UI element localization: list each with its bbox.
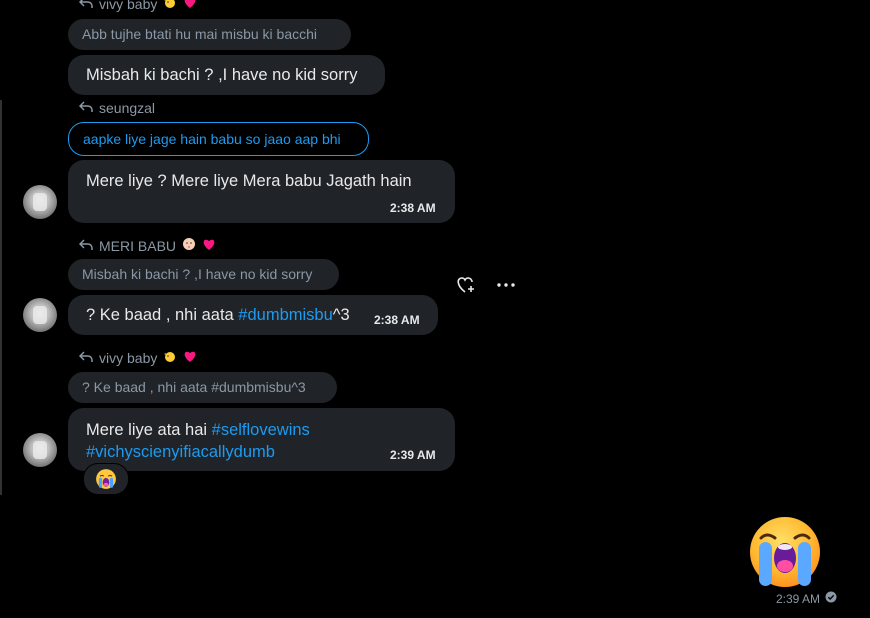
own-message-emoji[interactable] [749,516,821,588]
quoted-message[interactable]: Abb tujhe btati hu mai misbu ki bacchi [68,19,351,50]
message-text: Misbah ki bachi ? ,I have no kid sorry [86,66,358,84]
chick-emoji [163,0,177,12]
message-time: 2:39 AM [776,591,821,606]
reply-to-name: seungzal [99,100,156,116]
message-text-prefix: ? Ke baad , nhi aata [86,306,239,324]
message-text: Mere liye ata hai #selflovewins #vichysci… [86,419,310,463]
quoted-text: ? Ke baad , nhi aata #dumbmisbu^3 [82,379,306,395]
message-text: ? Ke baad , nhi aata #dumbmisbu^3 [86,306,350,325]
loudly-crying-face-icon [96,469,116,489]
reply-arrow-icon [78,238,93,254]
message-bubble[interactable]: Mere liye ata hai #selflovewins #vichysci… [68,408,455,471]
avatar[interactable] [23,185,57,219]
quoted-message[interactable]: Misbah ki bachi ? ,I have no kid sorry [68,259,339,290]
quoted-message[interactable]: ? Ke baad , nhi aata #dumbmisbu^3 [68,372,337,403]
message-time: 2:38 AM [390,201,436,215]
loudly-crying-face-icon [750,517,820,587]
quoted-text: aapke liye jage hain babu so jaao aap bh… [83,131,341,147]
reply-header: vivy baby [78,349,197,366]
message-text-prefix: Mere liye ata hai [86,421,212,439]
reaction-badge[interactable] [83,463,129,495]
avatar[interactable] [23,433,57,467]
pink-heart-emoji [183,350,197,366]
chick-emoji [163,349,177,366]
reply-header: vivy baby [78,0,197,12]
message-bubble[interactable]: ? Ke baad , nhi aata #dumbmisbu^3 2:38 A… [68,295,438,335]
hashtag-link[interactable]: #vichyscienyifiacallydumb [86,443,275,461]
quoted-message[interactable]: aapke liye jage hain babu so jaao aap bh… [68,122,369,156]
reply-header: seungzal [78,100,156,116]
quoted-text: Misbah ki bachi ? ,I have no kid sorry [82,266,313,282]
message-bubble[interactable]: Mere liye ? Mere liye Mera babu Jagath h… [68,160,455,223]
quoted-text: Abb tujhe btati hu mai misbu ki bacchi [82,26,318,42]
reply-to-name: vivy baby [99,349,158,366]
baby-face-emoji [182,237,196,254]
divider-line [0,100,2,495]
reply-to-name: MERI BABU [99,237,177,254]
own-message-meta: 2:39 AM [776,591,837,606]
reply-arrow-icon [78,100,93,116]
message-time: 2:38 AM [374,313,420,327]
message-time: 2:39 AM [390,448,436,462]
react-heart-plus-icon[interactable] [454,273,478,297]
check-circle-icon [825,591,837,606]
pink-heart-emoji [183,0,197,12]
pink-heart-emoji [202,238,216,254]
hashtag-link[interactable]: #selflovewins [212,421,310,439]
reply-arrow-icon [78,350,93,366]
reply-to-name: vivy baby [99,0,158,12]
message-bubble[interactable]: Misbah ki bachi ? ,I have no kid sorry [68,55,385,95]
message-text-suffix: ^3 [332,306,350,324]
reply-arrow-icon [78,0,93,12]
more-icon[interactable] [494,273,518,297]
message-text: Mere liye ? Mere liye Mera babu Jagath h… [86,172,412,190]
avatar[interactable] [23,298,57,332]
reply-header: MERI BABU [78,237,216,254]
hashtag-link[interactable]: #dumbmisbu [238,306,332,324]
